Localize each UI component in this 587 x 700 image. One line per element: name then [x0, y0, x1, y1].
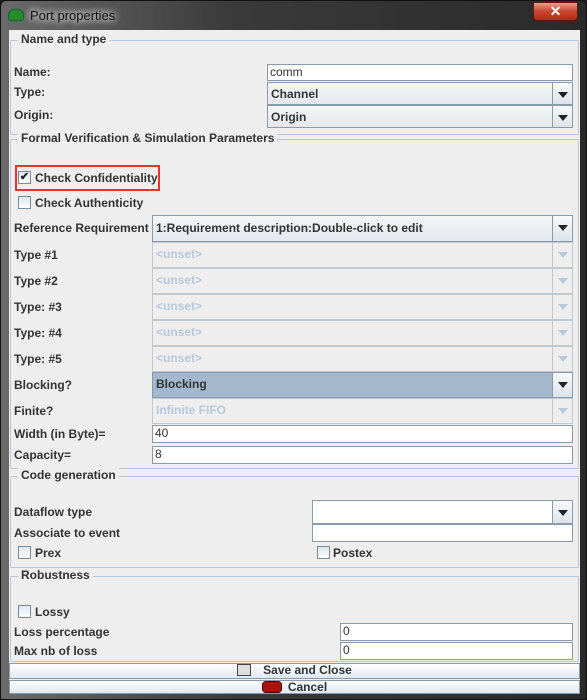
chevron-down-icon — [552, 295, 572, 319]
blocking-value: Blocking — [156, 377, 207, 391]
chevron-down-icon[interactable] — [552, 373, 572, 397]
stop-sign-icon — [261, 681, 282, 693]
lossy-label: Lossy — [35, 605, 70, 619]
finite-value: Infinite FIFO — [156, 403, 226, 417]
origin-combo[interactable]: Origin — [267, 105, 573, 128]
ref-req-value: 1:Requirement description:Double-click t… — [156, 221, 423, 235]
origin-value: Origin — [271, 110, 307, 124]
check-authenticity-checkbox[interactable] — [18, 196, 31, 209]
type4-label: Type: #4 — [14, 326, 62, 340]
chevron-down-icon[interactable] — [552, 501, 572, 523]
name-input[interactable]: comm — [267, 64, 573, 81]
type1-combo[interactable]: <unset> — [152, 242, 573, 268]
chevron-down-icon — [552, 399, 572, 423]
check-confidentiality-label: Check Confidentiality — [35, 171, 158, 185]
lossy-checkbox[interactable] — [18, 605, 31, 618]
origin-label: Origin: — [14, 108, 54, 122]
finite-combo[interactable]: Infinite FIFO — [152, 398, 573, 424]
section-header: Name and type — [18, 32, 110, 46]
type3-combo[interactable]: <unset> — [152, 294, 573, 320]
chevron-down-icon[interactable] — [552, 83, 572, 104]
type4-value: <unset> — [156, 325, 203, 339]
type5-value: <unset> — [156, 351, 203, 365]
chevron-down-icon[interactable] — [552, 216, 572, 241]
type2-combo[interactable]: <unset> — [152, 268, 573, 294]
close-button[interactable]: ✕ — [533, 2, 578, 21]
type2-value: <unset> — [156, 273, 203, 287]
cancel-label: Cancel — [287, 680, 328, 694]
chevron-down-icon — [552, 243, 572, 267]
type2-label: Type #2 — [14, 274, 58, 288]
capacity-label: Capacity= — [14, 448, 72, 462]
dialog-window: Port properties ✕ Name and type Name: co… — [0, 0, 587, 700]
dialog-content: Name and type Name: comm Type: Channel O… — [9, 30, 580, 694]
type-value: Channel — [271, 87, 319, 101]
save-label: Save and Close — [263, 663, 352, 677]
loss-pct-input[interactable]: 0 — [340, 623, 573, 641]
capacity-input[interactable]: 8 — [152, 446, 573, 464]
type3-label: Type: #3 — [14, 300, 62, 314]
save-and-close-button[interactable]: Save and Close — [9, 663, 580, 679]
type1-label: Type #1 — [14, 248, 58, 262]
chevron-down-icon — [552, 321, 572, 345]
turtle-app-icon — [8, 9, 24, 21]
title-bar[interactable]: Port properties ✕ — [1, 1, 587, 29]
loss-pct-label: Loss percentage — [14, 625, 110, 639]
type5-label: Type: #5 — [14, 352, 62, 366]
type-combo[interactable]: Channel — [267, 82, 573, 105]
chevron-down-icon — [552, 269, 572, 293]
type5-combo[interactable]: <unset> — [152, 346, 573, 372]
max-loss-input[interactable]: 0 — [340, 642, 573, 660]
prex-label: Prex — [35, 546, 62, 560]
dataflow-combo[interactable] — [312, 500, 573, 524]
finite-label: Finite? — [14, 404, 54, 418]
section-header: Formal Verification & Simulation Paramet… — [18, 131, 278, 145]
blocking-combo[interactable]: Blocking — [152, 372, 573, 398]
postex-label: Postex — [333, 546, 373, 560]
blocking-label: Blocking? — [14, 378, 73, 392]
section-header: Code generation — [18, 468, 119, 482]
assoc-input[interactable] — [312, 524, 573, 542]
type1-value: <unset> — [156, 247, 203, 261]
ref-req-label: Reference Requirement — [14, 221, 149, 235]
check-confidentiality-checkbox[interactable]: ✔ — [18, 171, 31, 184]
assoc-label: Associate to event — [14, 526, 121, 540]
check-authenticity-label: Check Authenticity — [35, 196, 144, 210]
type3-value: <unset> — [156, 299, 203, 313]
section-header: Robustness — [18, 568, 93, 582]
name-label: Name: — [14, 65, 51, 79]
width-label: Width (in Byte)= — [14, 427, 106, 441]
floppy-disk-icon — [237, 664, 252, 676]
chevron-down-icon[interactable] — [552, 106, 572, 127]
window-title: Port properties — [30, 8, 116, 23]
ref-req-combo[interactable]: 1:Requirement description:Double-click t… — [152, 215, 573, 242]
width-input[interactable]: 40 — [152, 425, 573, 443]
dataflow-label: Dataflow type — [14, 505, 93, 519]
type4-combo[interactable]: <unset> — [152, 320, 573, 346]
postex-checkbox[interactable] — [317, 546, 330, 559]
max-loss-label: Max nb of loss — [14, 644, 98, 658]
prex-checkbox[interactable] — [18, 546, 31, 559]
cancel-button[interactable]: Cancel — [9, 680, 580, 694]
chevron-down-icon — [552, 347, 572, 371]
type-label: Type: — [14, 85, 46, 99]
